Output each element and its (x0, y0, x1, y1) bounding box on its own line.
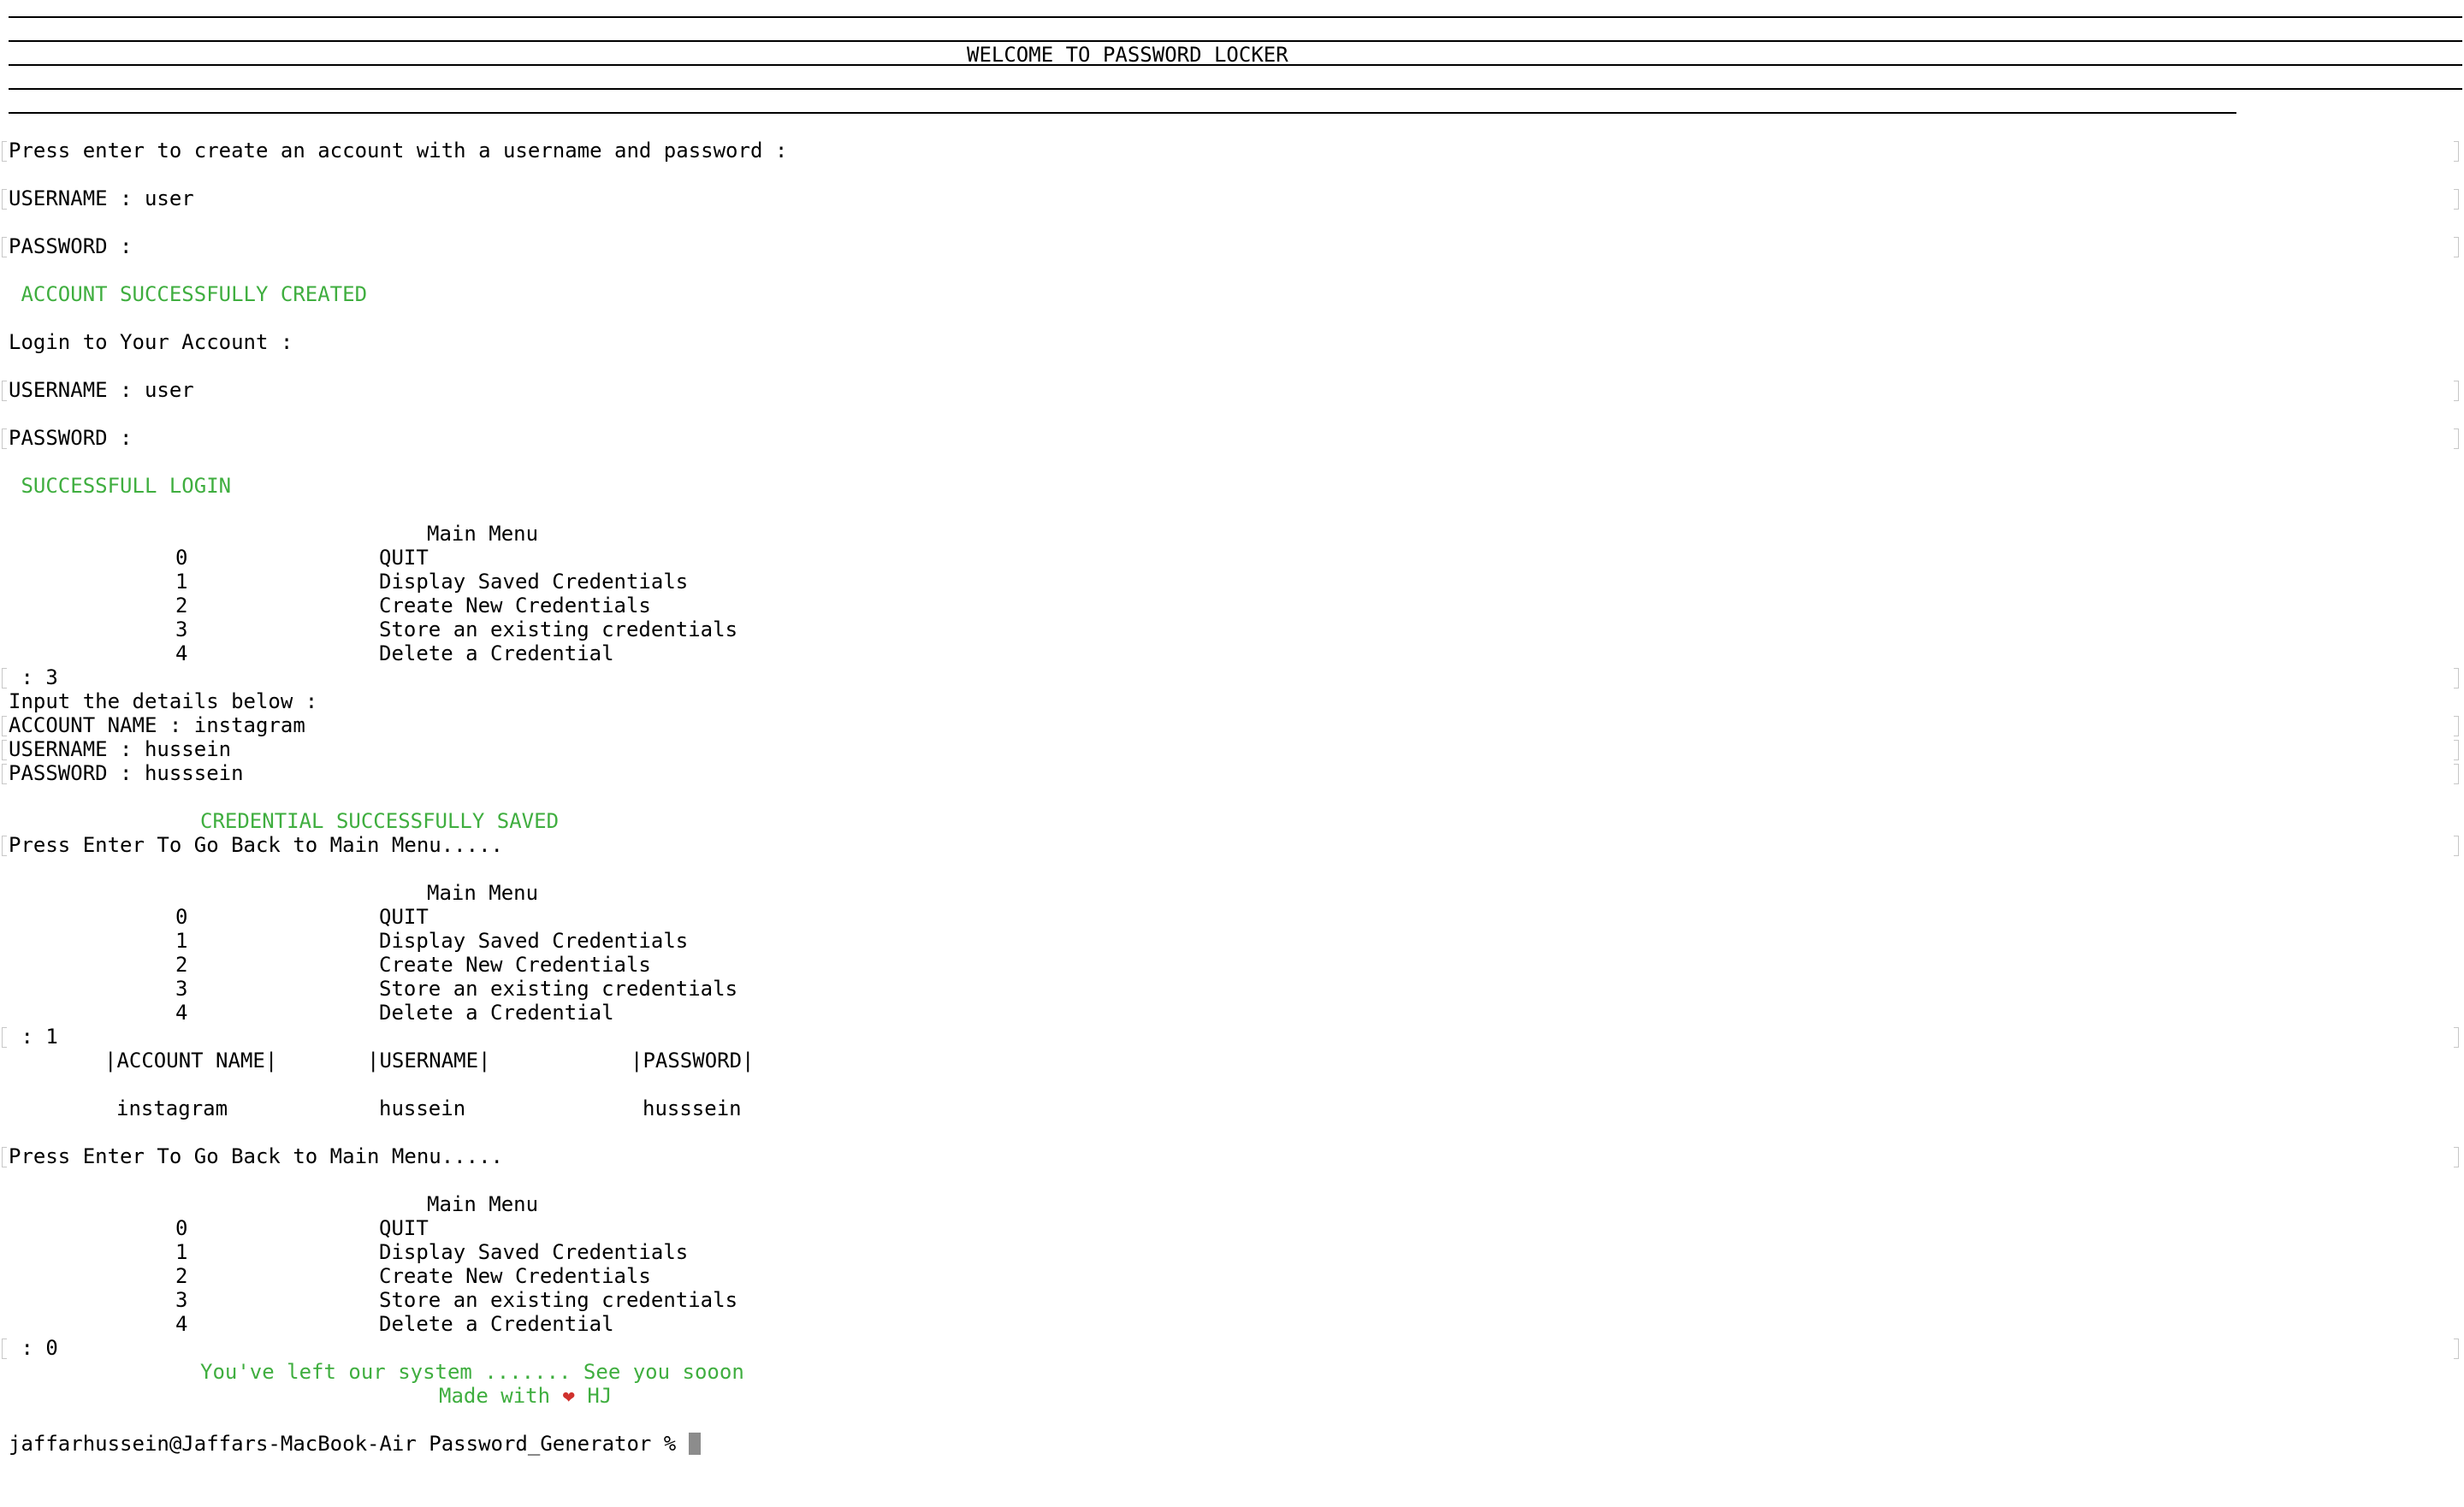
menu-item-number: 3 (175, 618, 188, 641)
banner-rule (9, 16, 2462, 18)
input-marker (2454, 189, 2459, 210)
menu-item-label: Create New Credentials (379, 953, 651, 977)
password-entry: PASSWORD : husssein (9, 761, 244, 785)
table-header: |ACCOUNT NAME| (104, 1049, 278, 1073)
menu-item-label: Display Saved Credentials (379, 929, 689, 953)
menu-item-label: Display Saved Credentials (379, 570, 689, 594)
shell-prompt-line[interactable]: jaffarhussein@Jaffars-MacBook-Air Passwo… (9, 1432, 701, 1456)
input-marker (2454, 428, 2459, 449)
input-marker (2454, 1027, 2459, 1048)
banner-rule (9, 88, 2462, 90)
input-marker (2454, 141, 2459, 162)
shell-prompt: jaffarhussein@Jaffars-MacBook-Air Passwo… (9, 1432, 689, 1456)
username-entry: USERNAME : hussein (9, 737, 232, 761)
menu-title: Main Menu (427, 1192, 539, 1216)
menu-item-label: Create New Credentials (379, 1264, 651, 1288)
account-name-entry: ACCOUNT NAME : instagram (9, 713, 305, 737)
menu-item-label: Store an existing credentials (379, 977, 738, 1001)
login-title: Login to Your Account : (9, 330, 293, 354)
input-marker (2454, 740, 2459, 760)
credential-saved-message: CREDENTIAL SUCCESSFULLY SAVED (200, 809, 560, 833)
input-marker (2454, 1147, 2459, 1167)
banner-rule (9, 40, 2462, 42)
table-cell: hussein (379, 1096, 466, 1120)
menu-item-number: 4 (175, 641, 188, 665)
banner-rule (9, 112, 2236, 114)
menu-item-number: 0 (175, 546, 188, 570)
signup-prompt: Press enter to create an account with a … (9, 139, 788, 163)
input-marker (2, 716, 7, 736)
input-marker (2, 428, 7, 449)
menu-choice: : 1 (9, 1025, 58, 1049)
menu-item-number: 0 (175, 905, 188, 929)
input-marker (2, 836, 7, 856)
banner-rule (9, 64, 2462, 66)
menu-item-number: 2 (175, 594, 188, 618)
menu-item-label: Delete a Credential (379, 1312, 614, 1336)
input-marker (2, 1027, 7, 1048)
menu-item-number: 0 (175, 1216, 188, 1240)
login-success: SUCCESSFULL LOGIN (9, 474, 232, 498)
menu-item-number: 3 (175, 1288, 188, 1312)
menu-item-number: 4 (175, 1001, 188, 1025)
menu-item-label: Delete a Credential (379, 1001, 614, 1025)
initials: HJ (587, 1384, 613, 1408)
input-marker (2, 189, 7, 210)
input-marker (2454, 1339, 2459, 1359)
table-cell: instagram (116, 1096, 228, 1120)
menu-choice: : 3 (9, 665, 58, 689)
text-cursor (688, 1433, 701, 1455)
signup-username: USERNAME : user (9, 186, 194, 210)
input-marker (2, 381, 7, 401)
menu-item-number: 1 (175, 1240, 188, 1264)
menu-item-label: QUIT (379, 905, 429, 929)
input-marker (2454, 668, 2459, 688)
menu-item-number: 1 (175, 929, 188, 953)
back-prompt: Press Enter To Go Back to Main Menu..... (9, 1144, 503, 1168)
terminal-window[interactable]: WELCOME TO PASSWORD LOCKER Press enter t… (0, 0, 2464, 1507)
menu-item-number: 2 (175, 953, 188, 977)
input-marker (2454, 381, 2459, 401)
input-marker (2, 764, 7, 784)
input-marker (2454, 764, 2459, 784)
input-marker (2, 1147, 7, 1167)
menu-item-label: Delete a Credential (379, 641, 614, 665)
table-header: |USERNAME| (367, 1049, 491, 1073)
menu-item-number: 4 (175, 1312, 188, 1336)
input-marker (2, 668, 7, 688)
menu-title: Main Menu (427, 881, 539, 905)
made-with-line: Made with ❤ HJ (439, 1384, 612, 1408)
menu-item-label: Store an existing credentials (379, 618, 738, 641)
details-prompt: Input the details below : (9, 689, 318, 713)
table-header: |PASSWORD| (631, 1049, 755, 1073)
goodbye-message: You've left our system ....... See you s… (200, 1360, 744, 1384)
menu-item-label: Display Saved Credentials (379, 1240, 689, 1264)
input-marker (2, 1339, 7, 1359)
made-with-text: Made with (439, 1384, 551, 1408)
login-password: PASSWORD : (9, 426, 133, 450)
menu-item-label: QUIT (379, 546, 429, 570)
menu-item-label: QUIT (379, 1216, 429, 1240)
input-marker (2454, 716, 2459, 736)
input-marker (2, 141, 7, 162)
menu-title: Main Menu (427, 522, 539, 546)
input-marker (2454, 836, 2459, 856)
input-marker (2454, 237, 2459, 257)
signup-password: PASSWORD : (9, 234, 133, 258)
input-marker (2, 237, 7, 257)
menu-item-label: Store an existing credentials (379, 1288, 738, 1312)
input-marker (2, 740, 7, 760)
back-prompt: Press Enter To Go Back to Main Menu..... (9, 833, 503, 857)
signup-success: ACCOUNT SUCCESSFULLY CREATED (9, 282, 368, 306)
menu-item-number: 2 (175, 1264, 188, 1288)
banner-title: WELCOME TO PASSWORD LOCKER (967, 43, 1288, 67)
menu-item-number: 1 (175, 570, 188, 594)
menu-choice: : 0 (9, 1336, 58, 1360)
menu-item-label: Create New Credentials (379, 594, 651, 618)
heart-icon: ❤ (562, 1384, 575, 1408)
table-cell: husssein (643, 1096, 742, 1120)
menu-item-number: 3 (175, 977, 188, 1001)
login-username: USERNAME : user (9, 378, 194, 402)
